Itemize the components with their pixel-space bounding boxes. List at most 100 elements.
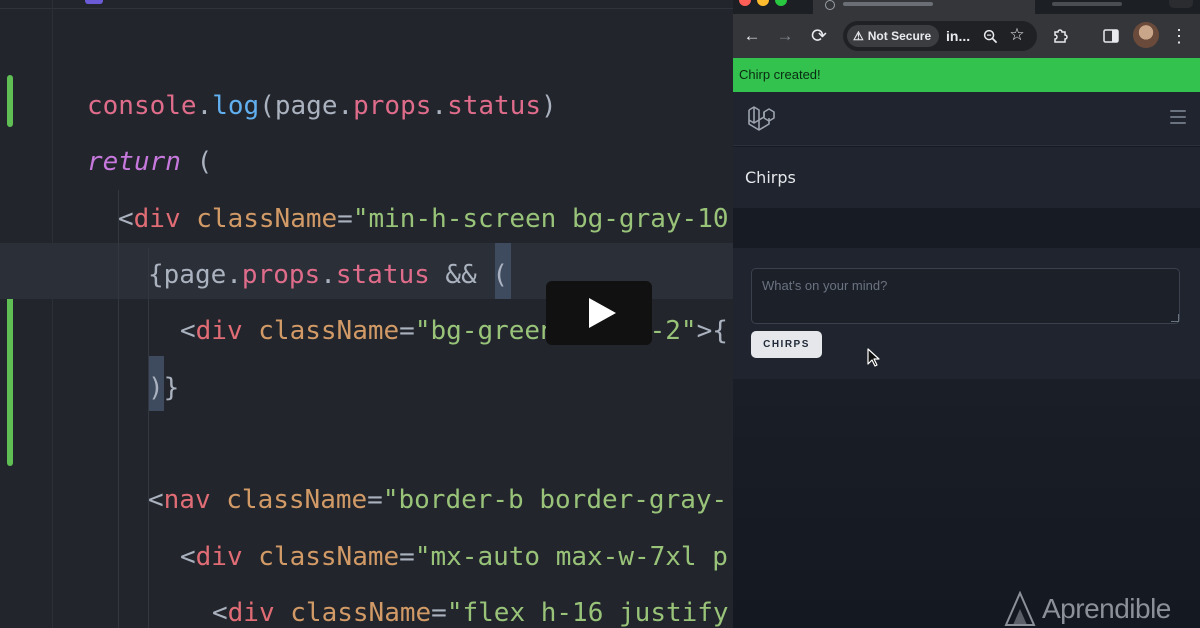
code-token: >{ — [696, 316, 728, 346]
tab-favicon-icon — [825, 0, 835, 10]
laravel-logo-icon[interactable] — [746, 104, 776, 134]
reload-icon[interactable]: ⟳ — [805, 22, 833, 50]
zoom-icon[interactable] — [979, 25, 1001, 47]
code-line[interactable]: <nav className="border-b border-gray- — [148, 483, 727, 517]
code-token: className — [226, 485, 368, 515]
browser-toolbar: ← → ⟳ ⚠ Not Secure in... ☆ ⋮ — [733, 14, 1200, 58]
aprendible-logo-icon — [1004, 591, 1036, 626]
hamburger-menu-icon[interactable] — [1170, 110, 1186, 124]
code-token: console — [87, 91, 197, 121]
code-token: . — [196, 91, 213, 121]
code-token: . — [431, 91, 448, 121]
flash-message: Chirp created! — [733, 58, 1200, 92]
code-token: return — [87, 147, 181, 177]
code-token: nav — [163, 485, 211, 515]
new-tab-button[interactable] — [1169, 0, 1193, 8]
profile-avatar[interactable] — [1133, 22, 1159, 48]
code-line[interactable]: <div className="flex h-16 justify — [212, 596, 729, 628]
minimize-window-icon[interactable] — [757, 0, 769, 6]
code-token: = — [337, 204, 353, 234]
page-spacer — [733, 208, 1200, 248]
code-token: props — [241, 260, 321, 290]
browser-tab[interactable] — [1038, 0, 1178, 14]
code-token: "mx-auto max-w-7xl p — [414, 542, 728, 572]
back-arrow-icon[interactable]: ← — [738, 22, 766, 50]
editor-top-bar — [0, 0, 733, 9]
app-navbar — [733, 92, 1200, 146]
code-token: )} — [148, 373, 180, 403]
code-token: div — [133, 204, 181, 234]
code-token: log — [212, 91, 260, 121]
browser-tab-active[interactable] — [813, 0, 1035, 14]
bookmark-star-icon[interactable]: ☆ — [1006, 24, 1028, 46]
maximize-window-icon[interactable] — [775, 0, 787, 6]
code-token: props — [353, 91, 432, 121]
code-line[interactable]: {page.props.status && ( — [148, 258, 508, 292]
watermark: Aprendible — [1004, 590, 1171, 628]
code-line[interactable]: <div className="mx-auto max-w-7xl p — [180, 540, 728, 574]
mouse-pointer-icon — [867, 348, 880, 367]
indent-guide — [118, 190, 119, 628]
security-chip[interactable]: ⚠ Not Secure — [847, 25, 940, 47]
more-menu-icon[interactable]: ⋮ — [1165, 22, 1193, 50]
code-token: div — [195, 542, 243, 572]
sidepanel-icon[interactable] — [1097, 22, 1125, 50]
code-token: = — [367, 485, 383, 515]
code-token: ) — [540, 91, 557, 121]
page-header: Chirps — [733, 147, 1200, 208]
forward-arrow-icon[interactable]: → — [771, 22, 799, 50]
address-bar[interactable]: ⚠ Not Secure in... ☆ — [843, 21, 1037, 51]
editor-gutter — [52, 0, 53, 628]
code-token: < — [212, 598, 228, 628]
watermark-text: Aprendible — [1042, 593, 1171, 624]
code-token: "border-b border-gray- — [382, 485, 728, 515]
tab-strip — [733, 0, 1200, 14]
code-token: < — [180, 316, 196, 346]
code-token: status — [447, 91, 541, 121]
url-text[interactable]: in... — [946, 28, 970, 44]
code-token: className — [258, 316, 400, 346]
code-token: status — [335, 260, 430, 290]
textarea-resize-handle-icon[interactable] — [1171, 314, 1179, 322]
code-token: = — [399, 316, 415, 346]
video-play-button[interactable] — [546, 281, 652, 345]
code-token: className — [258, 542, 400, 572]
close-window-icon[interactable] — [739, 0, 751, 6]
code-token: div — [195, 316, 243, 346]
code-token: ( — [180, 147, 213, 177]
puzzle-icon[interactable] — [1047, 22, 1075, 50]
code-token: < — [148, 485, 164, 515]
code-token: && — [429, 260, 493, 290]
code-token: = — [399, 542, 415, 572]
warning-triangle-icon: ⚠ — [853, 29, 864, 43]
play-icon — [588, 298, 616, 328]
code-token: className — [290, 598, 432, 628]
code-token: < — [118, 204, 134, 234]
code-token: ( — [492, 260, 509, 290]
browser-window: ← → ⟳ ⚠ Not Secure in... ☆ ⋮ Chirp creat… — [733, 0, 1200, 628]
editor-tab-marker — [85, 0, 103, 4]
page-title: Chirps — [745, 168, 796, 187]
code-token: "flex h-16 justify — [446, 598, 729, 628]
code-token: . — [320, 260, 336, 290]
code-line[interactable]: <div className="min-h-screen bg-gray-10 — [118, 202, 729, 236]
code-token: < — [180, 542, 196, 572]
code-token: = — [431, 598, 447, 628]
tab-title — [1052, 2, 1122, 6]
code-token: "min-h-screen bg-gray-10 — [352, 204, 729, 234]
code-line[interactable]: )} — [148, 371, 179, 405]
submit-chirp-button[interactable]: CHIRPS — [751, 331, 822, 358]
code-token: {page. — [148, 260, 242, 290]
code-line[interactable]: return ( — [87, 145, 212, 179]
code-line[interactable]: console.log(page.props.status) — [87, 89, 557, 123]
chirp-message-input[interactable] — [751, 268, 1180, 324]
code-token: (page. — [259, 91, 354, 121]
indent-guide — [148, 248, 149, 628]
code-token: className — [196, 204, 338, 234]
git-change-indicator — [7, 75, 13, 127]
